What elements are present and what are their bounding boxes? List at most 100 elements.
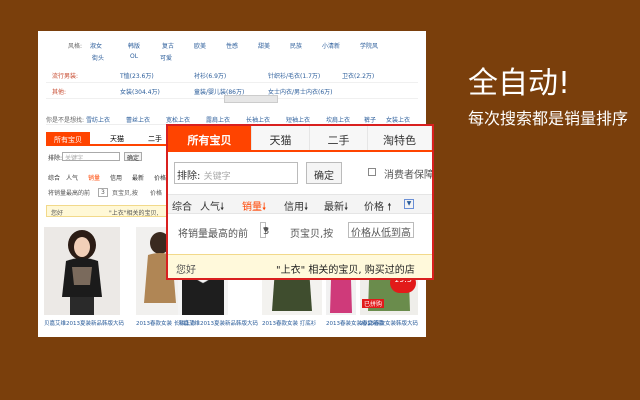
subheadline: 每次搜索都是销量排序 (468, 109, 629, 128)
row-heading: 其他: (52, 89, 67, 96)
related-link[interactable]: 短袖上衣 (286, 115, 310, 124)
zoom-panel: 所有宝贝 天猫 二手 淘特色 排除: 关键字 确定 消费者保障 综合 人气🠗 销… (166, 124, 434, 280)
style-label: 风格: (68, 43, 83, 50)
tab-specialty[interactable]: 淘特色 (368, 126, 432, 150)
arrow-up-icon: 🠕 (387, 202, 392, 213)
product-title[interactable]: 2013春款女装 打底衫 (262, 319, 316, 327)
category-link[interactable]: T恤(23.6万) (120, 71, 154, 80)
sort-popularity[interactable]: 人气🠗 (200, 198, 224, 217)
mini-sort-item[interactable]: 人气 (66, 173, 78, 182)
mini-tab-bar: 所有宝贝 天猫 二手 (46, 132, 174, 146)
related-link[interactable]: 露肩上衣 (206, 115, 230, 124)
arrow-down-icon: 🠗 (262, 202, 267, 213)
style-item[interactable]: 韩版 (128, 41, 140, 50)
category-link[interactable]: 卫衣(2.2万) (342, 71, 374, 80)
related-label: 你是不是想找: (46, 117, 85, 124)
style-item[interactable]: 街头 (92, 53, 104, 62)
style-item[interactable]: 民族 (290, 41, 302, 50)
sort-bar: 综合 人气🠗 销量🠗 信用🠗 最新🠗 价格 🠕 ▼ (168, 194, 432, 214)
mini-exclude-label: 排除: (48, 155, 63, 162)
tip-bar: 您好 "上衣" 相关的宝贝, 购买过的店 (168, 254, 432, 278)
category-link[interactable]: 衬衫(6.9万) (194, 71, 226, 80)
tip-greeting: 您好 (176, 265, 196, 276)
sort-newest-label: 最新 (324, 202, 344, 213)
tab-secondhand[interactable]: 二手 (310, 126, 368, 150)
style-item[interactable]: 欧美 (194, 41, 206, 50)
arrow-down-icon: 🠗 (220, 202, 225, 213)
style-item[interactable]: 小清新 (322, 41, 340, 50)
confirm-button[interactable]: 确定 (306, 162, 342, 184)
tab-tmall[interactable]: 天猫 (252, 126, 310, 150)
price-badge-sub: 已拼购 (362, 299, 385, 308)
mini-sort-item[interactable]: 最新 (132, 173, 144, 182)
mini-sort-item[interactable]: 信用 (110, 173, 122, 182)
product-card[interactable]: 贝嘉艾维2013夏装新品韩版大码 (44, 227, 124, 327)
sort-newest[interactable]: 最新🠗 (324, 198, 348, 217)
consumer-protection-label: 消费者保障 (384, 170, 434, 181)
chevron-down-icon[interactable]: ▼ (404, 199, 414, 209)
related-link[interactable]: 蕾丝上衣 (126, 115, 150, 124)
chevron-down-icon: ▼ (263, 226, 269, 234)
headline: 全自动! (468, 66, 571, 101)
style-item[interactable]: 淑女 (90, 41, 102, 50)
related-link[interactable]: 裤子 (364, 115, 376, 124)
search-tab-bar: 所有宝贝 天猫 二手 淘特色 (168, 126, 432, 152)
mini-sub-bar: 将销量最高的前 3 页宝贝,按 价格 (46, 187, 176, 198)
category-link[interactable]: 女装(304.4万) (120, 87, 160, 96)
mini-sort-item[interactable]: 价格 (154, 173, 166, 182)
related-link[interactable]: 雪纺上衣 (86, 115, 110, 124)
style-item[interactable]: 可爱 (160, 53, 172, 62)
sort-sales[interactable]: 销量🠗 (242, 198, 266, 217)
sort-comprehensive[interactable]: 综合 (172, 198, 192, 213)
mini-tab-tmall[interactable]: 天猫 (110, 134, 124, 144)
mini-sort-item[interactable]: 综合 (48, 173, 60, 182)
mini-exclude-search: 排除: 关键字 确定 (48, 152, 142, 162)
auto-sort-bar: 将销量最高的前 3 ▼ 页宝贝,按 价格从低到高 (178, 222, 432, 240)
exclude-input[interactable]: 排除: 关键字 (174, 162, 298, 184)
mini-confirm-button[interactable]: 确定 (124, 152, 142, 162)
arrow-down-icon: 🠗 (344, 202, 349, 213)
tip-message: "上衣" 相关的宝贝, 购买过的店 (276, 265, 415, 276)
product-photo[interactable] (44, 227, 120, 315)
style-item[interactable]: 甜美 (258, 41, 270, 50)
page-count-select[interactable]: 3 ▼ (260, 222, 269, 238)
mini-tab-used[interactable]: 二手 (148, 134, 162, 144)
sort-sales-label: 销量 (242, 202, 262, 213)
style-item[interactable]: 学院风 (360, 41, 378, 50)
mini-tip-mid: "上衣"相关的宝贝, (109, 210, 159, 217)
row-heading: 流行男装: (52, 73, 79, 80)
consumer-checkbox[interactable] (368, 168, 376, 176)
auto-sort-prefix: 将销量最高的前 (178, 229, 248, 240)
exclude-placeholder: 关键字 (203, 172, 231, 182)
related-link[interactable]: 坎肩上衣 (326, 115, 350, 124)
related-link[interactable]: 宽松上衣 (166, 115, 190, 124)
auto-sort-mid: 页宝贝,按 (290, 229, 334, 240)
style-filter-row: 风格: 淑女 韩版 复古 欧美 性感 甜美 民族 小清新 学院风 街头 OL 可… (38, 35, 426, 63)
style-item[interactable]: OL (130, 53, 138, 60)
sort-credit-label: 信用 (284, 202, 304, 213)
sort-credit[interactable]: 信用🠗 (284, 198, 308, 217)
style-item[interactable]: 性感 (226, 41, 238, 50)
mini-sub-sort[interactable]: 价格 (150, 188, 162, 197)
expand-more-tab[interactable] (224, 95, 278, 103)
sort-price[interactable]: 价格 🠕 (364, 198, 391, 217)
mini-exclude-input[interactable]: 关键字 (62, 152, 120, 162)
mini-sub-text2: 页宝贝,按 (112, 190, 138, 197)
product-title[interactable]: 贝嘉艾维2013夏装新品韩版大码 (44, 319, 124, 327)
mini-sort-item[interactable]: 销量 (88, 173, 100, 182)
tab-all-items[interactable]: 所有宝贝 (168, 126, 252, 150)
related-link[interactable]: 女装上衣 (386, 115, 410, 124)
product-title[interactable]: 贝嘉艾维2013夏装新品韩版大码 (178, 319, 258, 327)
mini-sub-num[interactable]: 3 (98, 188, 108, 197)
exclude-label: 排除: (177, 171, 201, 182)
style-item[interactable]: 复古 (162, 41, 174, 50)
category-link[interactable]: 针织衫/毛衣(1.7万) (268, 71, 320, 80)
mini-tip-left: 您好 (51, 210, 64, 217)
related-link[interactable]: 长袖上衣 (246, 115, 270, 124)
mini-sort-bar: 综合 人气 销量 信用 最新 价格 (46, 172, 176, 183)
price-order-select[interactable]: 价格从低到高 (348, 222, 414, 239)
mini-tab-all[interactable]: 所有宝贝 (46, 132, 90, 145)
product-title[interactable]: 2013春款女装韩版大码 (360, 319, 418, 327)
mini-sub-text: 将销量最高的前 (48, 190, 91, 197)
sort-price-label: 价格 (364, 202, 384, 213)
